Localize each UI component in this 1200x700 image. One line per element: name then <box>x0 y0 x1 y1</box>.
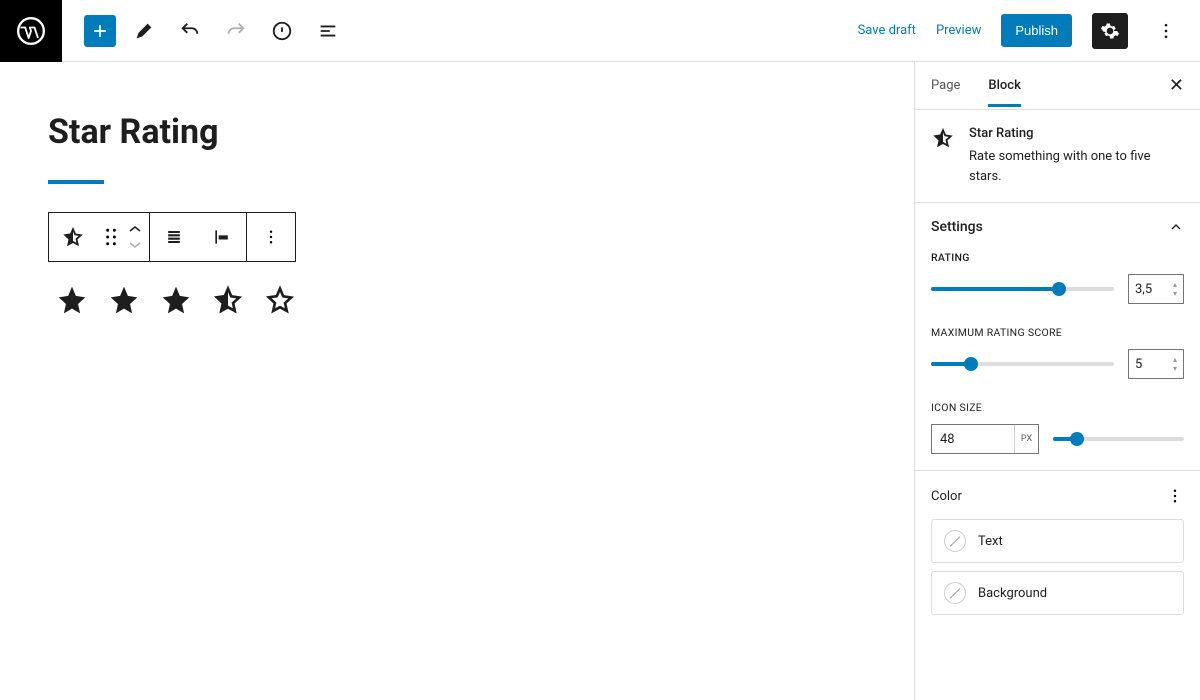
tab-block[interactable]: Block <box>988 64 1020 107</box>
icon-size-value: 48 <box>932 425 1014 453</box>
text-color-button[interactable]: Text <box>931 519 1184 563</box>
more-options-icon[interactable] <box>1148 13 1184 49</box>
star-1 <box>56 284 88 316</box>
editor-canvas: Star Rating <box>0 62 914 700</box>
page-title[interactable]: Star Rating <box>48 112 866 152</box>
max-step-up[interactable]: ▴ <box>1169 356 1181 364</box>
rating-input[interactable]: 3,5 ▴▾ <box>1128 274 1184 304</box>
block-type-icon[interactable] <box>49 213 97 261</box>
icon-size-control: Icon Size 48 px <box>931 401 1184 454</box>
icon-size-input[interactable]: 48 px <box>931 424 1039 454</box>
preview-link[interactable]: Preview <box>936 23 981 38</box>
move-down-button[interactable] <box>125 238 145 252</box>
max-rating-value: 5 <box>1135 357 1142 372</box>
block-name: Star Rating <box>969 126 1184 141</box>
drag-handle-icon[interactable] <box>97 213 125 261</box>
rating-step-down[interactable]: ▾ <box>1169 290 1181 298</box>
rating-value: 3,5 <box>1135 282 1152 297</box>
color-panel-more-icon[interactable] <box>1166 487 1184 505</box>
justify-button[interactable] <box>150 213 198 261</box>
edit-icon[interactable] <box>126 13 162 49</box>
align-button[interactable] <box>198 213 246 261</box>
publish-button[interactable]: Publish <box>1001 14 1072 47</box>
save-draft-link[interactable]: Save draft <box>858 23 916 38</box>
redo-button[interactable] <box>218 13 254 49</box>
color-panel: Color Text Background <box>915 471 1200 639</box>
star-5 <box>264 284 296 316</box>
text-color-label: Text <box>978 534 1003 549</box>
rating-control: Rating 3,5 ▴▾ <box>931 251 1184 304</box>
rating-label: Rating <box>931 251 1184 264</box>
block-more-options[interactable] <box>247 213 295 261</box>
block-info: Star Rating Rate something with one to f… <box>915 110 1200 203</box>
settings-panel-toggle[interactable]: Settings <box>931 219 1184 235</box>
settings-toggle[interactable] <box>1092 13 1128 49</box>
background-color-label: Background <box>978 586 1047 601</box>
rating-step-up[interactable]: ▴ <box>1169 281 1181 289</box>
document-overview-icon[interactable] <box>264 13 300 49</box>
background-color-swatch <box>944 582 966 604</box>
icon-size-slider[interactable] <box>1053 437 1184 441</box>
star-rating-block[interactable] <box>48 284 866 316</box>
max-rating-slider[interactable] <box>931 362 1114 366</box>
icon-size-unit: px <box>1014 425 1038 453</box>
undo-button[interactable] <box>172 13 208 49</box>
settings-panel-title: Settings <box>931 219 983 235</box>
add-block-button[interactable] <box>84 15 116 47</box>
settings-panel: Settings Rating 3,5 ▴▾ <box>915 203 1200 471</box>
star-icon <box>931 126 955 150</box>
star-2 <box>108 284 140 316</box>
icon-size-label: Icon Size <box>931 401 1184 414</box>
accent-separator <box>48 180 104 184</box>
move-up-button[interactable] <box>125 222 145 236</box>
max-step-down[interactable]: ▾ <box>1169 365 1181 373</box>
rating-slider[interactable] <box>931 287 1114 291</box>
top-toolbar: Save draft Preview Publish <box>0 0 1200 62</box>
star-4 <box>212 284 244 316</box>
block-description: Rate something with one to five stars. <box>969 147 1184 186</box>
max-rating-input[interactable]: 5 ▴▾ <box>1128 349 1184 379</box>
max-rating-control: Maximum Rating Score 5 ▴▾ <box>931 326 1184 379</box>
wp-logo[interactable] <box>0 0 62 62</box>
list-view-icon[interactable] <box>310 13 346 49</box>
background-color-button[interactable]: Background <box>931 571 1184 615</box>
text-color-swatch <box>944 530 966 552</box>
star-3 <box>160 284 192 316</box>
block-toolbar <box>48 212 296 262</box>
max-rating-label: Maximum Rating Score <box>931 326 1184 339</box>
chevron-up-icon <box>1168 219 1184 235</box>
tab-page[interactable]: Page <box>931 64 960 107</box>
settings-sidebar: Page Block ✕ Star Rating Rate something … <box>914 62 1200 700</box>
close-sidebar-button[interactable]: ✕ <box>1169 75 1184 96</box>
color-panel-title: Color <box>931 489 962 504</box>
